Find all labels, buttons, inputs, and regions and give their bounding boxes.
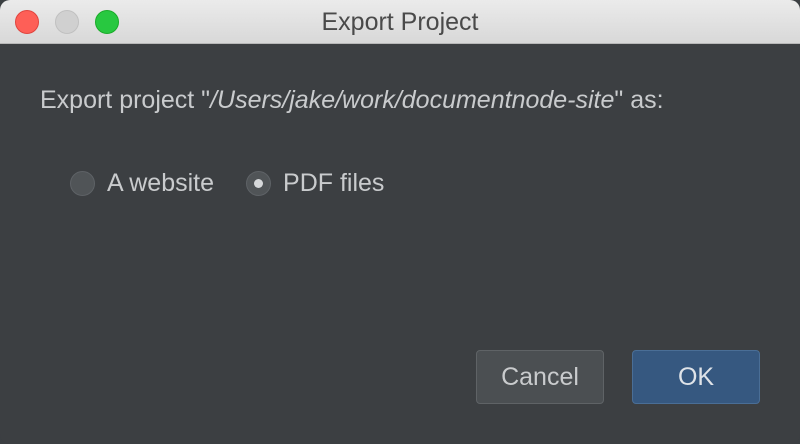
export-project-dialog: Export Project Export project "/Users/ja… xyxy=(0,0,800,444)
radio-label-website[interactable]: A website xyxy=(107,169,214,198)
radio-button-website[interactable] xyxy=(70,170,95,196)
window-title: Export Project xyxy=(321,8,479,36)
export-format-group: A website PDF files xyxy=(70,166,416,200)
radio-button-pdf[interactable] xyxy=(246,170,272,196)
cancel-button[interactable]: Cancel xyxy=(476,350,604,404)
ok-button[interactable]: OK xyxy=(632,350,760,404)
radio-option-pdf[interactable]: PDF files xyxy=(246,169,384,198)
message-suffix: " as: xyxy=(614,86,664,114)
title-bar[interactable]: Export Project xyxy=(0,0,800,44)
radio-label-pdf[interactable]: PDF files xyxy=(283,169,384,198)
message-prefix: Export project " xyxy=(40,86,211,114)
project-path: /Users/jake/work/documentnode-site xyxy=(210,86,615,114)
radio-option-website[interactable]: A website xyxy=(70,169,214,198)
export-message: Export project "/Users/jake/work/documen… xyxy=(40,86,664,115)
